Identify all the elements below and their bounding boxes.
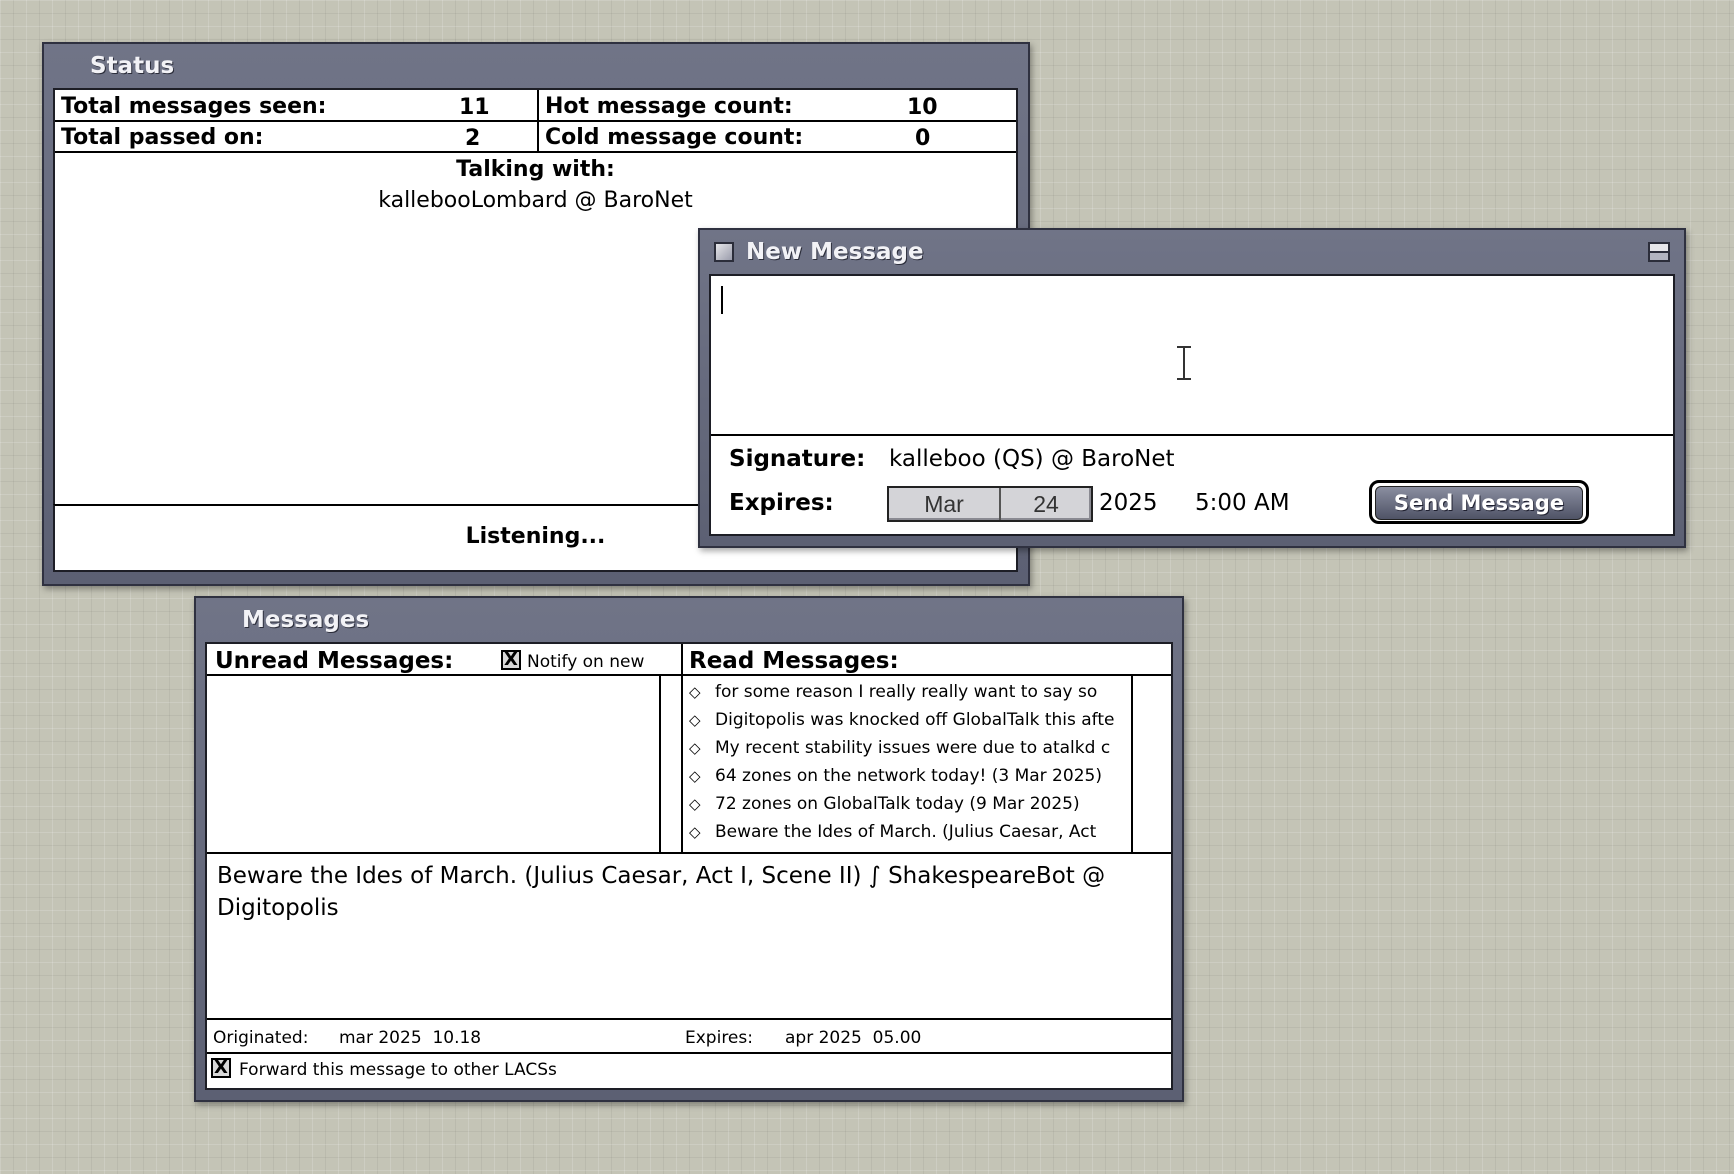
forward-label: Forward this message to other LACSs — [239, 1060, 557, 1080]
cold-count-value: 0 — [915, 126, 931, 151]
read-header: Read Messages: — [689, 648, 899, 674]
diamond-icon: ◇ — [689, 823, 701, 841]
new-message-window: New Message Signature: kalleboo (QS) @ B… — [698, 228, 1686, 548]
text-caret — [721, 286, 723, 314]
list-item[interactable]: ◇ 64 zones on the network today! (3 Mar 2… — [689, 766, 1102, 786]
expires-day-field[interactable]: 24 — [1001, 488, 1091, 520]
messages-title: Messages — [242, 607, 370, 633]
expires-month-field[interactable]: Mar — [889, 488, 1001, 520]
cold-count-label: Cold message count: — [545, 125, 804, 150]
diamond-icon: ◇ — [689, 795, 701, 813]
total-seen-value: 11 — [459, 95, 490, 120]
stats-col-divider — [537, 90, 539, 152]
talking-with-value: kallebooLombard @ BaroNet — [378, 188, 693, 213]
read-list[interactable]: ◇ for some reason I really really want to… — [683, 676, 1131, 852]
list-item[interactable]: ◇ Digitopolis was knocked off GlobalTalk … — [689, 710, 1115, 730]
send-message-button[interactable]: Send Message — [1369, 480, 1589, 524]
msg-expires-label: Expires: — [685, 1028, 753, 1048]
msg-expires-value: apr 2025 05.00 — [785, 1028, 922, 1048]
signature-value: kalleboo (QS) @ BaroNet — [889, 446, 1175, 472]
originated-label: Originated: — [213, 1028, 309, 1048]
list-item[interactable]: ◇ 72 zones on GlobalTalk today (9 Mar 202… — [689, 794, 1080, 814]
expires-time: 5:00 AM — [1195, 490, 1290, 516]
expires-date-picker[interactable]: Mar 24 — [887, 486, 1093, 522]
messages-titlebar[interactable]: Messages — [196, 598, 1182, 642]
status-window-titlebar[interactable]: Status — [44, 44, 1028, 88]
originated-value: mar 2025 10.18 — [339, 1028, 482, 1048]
list-bottom-divider — [207, 852, 1171, 854]
diamond-icon: ◇ — [689, 711, 701, 729]
notify-checkbox[interactable]: X — [501, 650, 521, 670]
list-item[interactable]: ◇ My recent stability issues were due to … — [689, 738, 1110, 758]
forward-checkbox[interactable]: X — [211, 1058, 231, 1078]
hot-count-label: Hot message count: — [545, 94, 793, 119]
talking-with-label: Talking with: — [456, 157, 615, 182]
diamond-icon: ◇ — [689, 767, 701, 785]
list-item[interactable]: ◇ for some reason I really really want to… — [689, 682, 1097, 702]
selected-message-text: Beware the Ides of March. (Julius Caesar… — [217, 863, 1106, 921]
new-message-content: Signature: kalleboo (QS) @ BaroNet Expir… — [709, 274, 1675, 536]
status-window-title: Status — [90, 53, 175, 79]
detail-divider — [207, 1018, 1171, 1020]
messages-window: Messages Unread Messages: X Notify on ne… — [194, 596, 1184, 1102]
stats-row-divider — [55, 120, 1016, 122]
passed-on-label: Total passed on: — [61, 125, 264, 150]
signature-label: Signature: — [729, 446, 866, 472]
hot-count-value: 10 — [907, 95, 938, 120]
close-box-icon[interactable] — [714, 242, 734, 262]
passed-on-value: 2 — [465, 126, 481, 151]
read-scrollbar[interactable] — [1133, 676, 1171, 852]
new-message-titlebar[interactable]: New Message — [700, 230, 1684, 274]
notify-label: Notify on new — [527, 652, 645, 672]
diamond-icon: ◇ — [689, 739, 701, 757]
body-divider — [711, 434, 1673, 436]
send-message-label: Send Message — [1375, 486, 1583, 520]
unread-list[interactable] — [207, 676, 659, 852]
messages-content: Unread Messages: X Notify on new Read Me… — [205, 642, 1173, 1090]
new-message-title: New Message — [746, 239, 924, 265]
list-item[interactable]: ◇ Beware the Ides of March. (Julius Caesa… — [689, 822, 1096, 842]
diamond-icon: ◇ — [689, 683, 701, 701]
footer-divider — [207, 1052, 1171, 1054]
total-seen-label: Total messages seen: — [61, 94, 327, 119]
message-body-input[interactable] — [711, 276, 1673, 434]
expires-label: Expires: — [729, 490, 834, 516]
unread-header: Unread Messages: — [215, 648, 454, 674]
expires-year: 2025 — [1099, 490, 1158, 516]
zoom-box-icon[interactable] — [1648, 242, 1670, 262]
unread-scrollbar[interactable] — [661, 676, 681, 852]
ibeam-cursor-icon — [1177, 346, 1191, 380]
stats-bottom-divider — [55, 151, 1016, 153]
